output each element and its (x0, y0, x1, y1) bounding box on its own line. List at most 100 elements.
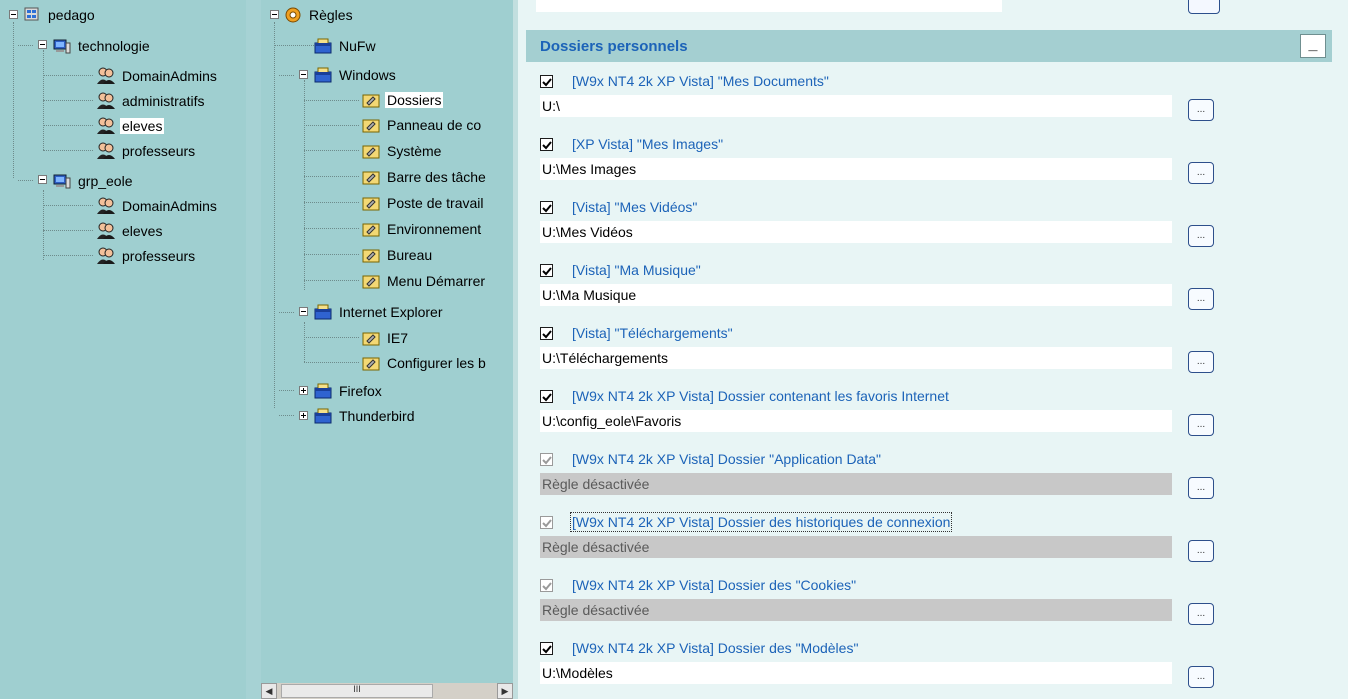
path-field[interactable]: U:\Mes Images (540, 158, 1172, 180)
enable-checkbox[interactable] (540, 515, 553, 529)
browse-button[interactable]: ... (1188, 666, 1214, 688)
scroll-right-icon[interactable]: ▶ (497, 683, 513, 699)
tree-label: IE7 (387, 329, 409, 346)
tree-label: NuFw (339, 37, 376, 54)
expand-toggle-icon[interactable] (299, 411, 308, 420)
rule-header: [Vista] "Ma Musique" (540, 259, 701, 281)
collapse-toggle-icon[interactable] (270, 10, 279, 19)
browse-button[interactable]: ... (1188, 99, 1214, 121)
tree-node-nufw[interactable]: NuFw (313, 35, 378, 56)
tree-node-pedago[interactable]: pedago (22, 4, 97, 25)
browse-button[interactable]: ... (1188, 225, 1214, 247)
browse-button[interactable]: ... (1188, 351, 1214, 373)
check-icon (542, 518, 552, 527)
enable-checkbox[interactable] (540, 137, 553, 151)
horizontal-scrollbar[interactable]: ◀ III ▶ (261, 683, 513, 699)
tree-node-dossiers[interactable]: Dossiers (361, 89, 444, 110)
scroll-left-icon[interactable]: ◀ (261, 683, 277, 699)
tree-node-thunderbird[interactable]: Thunderbird (313, 405, 417, 426)
tree-node-group[interactable]: eleves (96, 220, 164, 241)
groups-tree: pedago technologie DomainAdmins administ… (0, 0, 246, 699)
check-icon (542, 392, 552, 401)
path-field[interactable]: U:\Mes Vidéos (540, 221, 1172, 243)
browse-button[interactable] (1188, 0, 1220, 14)
tree-connector (304, 125, 359, 126)
collapse-toggle-icon[interactable] (38, 40, 47, 49)
rules-tree: Règles NuFw Windows Dossiers Panneau de … (261, 0, 513, 699)
enable-checkbox[interactable] (540, 452, 553, 466)
tree-node-configurer[interactable]: Configurer les b (361, 352, 488, 373)
package-icon (314, 383, 332, 398)
tree-node-ie7[interactable]: IE7 (361, 327, 410, 348)
tree-node-group[interactable]: DomainAdmins (96, 195, 219, 216)
tree-node-group[interactable]: professeurs (96, 140, 197, 161)
path-field[interactable]: U:\Modèles (540, 662, 1172, 684)
tree-node-environnement[interactable]: Environnement (361, 218, 483, 239)
splitter[interactable] (246, 0, 261, 699)
check-icon (542, 266, 552, 275)
scroll-thumb[interactable]: III (281, 684, 433, 698)
enable-checkbox[interactable] (540, 578, 553, 592)
path-field[interactable]: U:\ (540, 95, 1172, 117)
enable-checkbox[interactable] (540, 200, 553, 214)
rule-row: [W9x NT4 2k XP Vista] Dossier "Applicati… (540, 448, 1340, 511)
rules-panel: Dossiers personnels _ [W9x NT4 2k XP Vis… (518, 0, 1348, 699)
users-icon (97, 117, 115, 134)
tree-node-technologie[interactable]: technologie (52, 35, 152, 56)
tree-node-barre[interactable]: Barre des tâche (361, 166, 488, 187)
folder-rule-icon (362, 275, 380, 288)
path-field: Règle désactivée (540, 473, 1172, 495)
tree-node-regles[interactable]: Règles (283, 4, 355, 25)
enable-checkbox[interactable] (540, 74, 553, 88)
collapse-button[interactable]: _ (1300, 34, 1326, 58)
tree-node-firefox[interactable]: Firefox (313, 380, 384, 401)
browse-button[interactable]: ... (1188, 162, 1214, 184)
enable-checkbox[interactable] (540, 641, 553, 655)
browse-button[interactable]: ... (1188, 477, 1214, 499)
tree-node-grp-eole[interactable]: grp_eole (52, 170, 135, 191)
tree-connector (43, 150, 93, 151)
path-field[interactable]: U:\config_eole\Favoris (540, 410, 1172, 432)
collapse-toggle-icon[interactable] (38, 175, 47, 184)
collapse-toggle-icon[interactable] (299, 307, 308, 316)
collapse-toggle-icon[interactable] (9, 10, 18, 19)
browse-button[interactable]: ... (1188, 288, 1214, 310)
rule-label: [Vista] "Ma Musique" (572, 262, 701, 278)
tree-label: DomainAdmins (122, 67, 217, 84)
package-icon (314, 67, 332, 82)
tree-node-group-selected[interactable]: eleves (96, 115, 165, 136)
rule-header: [Vista] "Téléchargements" (540, 322, 733, 344)
rule-header: [Vista] "Mes Vidéos" (540, 196, 697, 218)
tree-node-systeme[interactable]: Système (361, 140, 443, 161)
tree-node-menu[interactable]: Menu Démarrer (361, 270, 487, 291)
enable-checkbox[interactable] (540, 326, 553, 340)
enable-checkbox[interactable] (540, 263, 553, 277)
path-field[interactable]: U:\Téléchargements (540, 347, 1172, 369)
tree-node-group[interactable]: administratifs (96, 90, 206, 111)
rule-header: [W9x NT4 2k XP Vista] "Mes Documents" (540, 70, 829, 92)
gear-icon (285, 7, 301, 22)
check-icon (542, 329, 552, 338)
expand-toggle-icon[interactable] (299, 386, 308, 395)
package-icon (314, 304, 332, 319)
tree-node-panneau[interactable]: Panneau de co (361, 114, 483, 135)
enable-checkbox[interactable] (540, 389, 553, 403)
tree-node-group[interactable]: DomainAdmins (96, 65, 219, 86)
path-field[interactable]: U:\Ma Musique (540, 284, 1172, 306)
browse-button[interactable]: ... (1188, 603, 1214, 625)
tree-connector (43, 230, 93, 231)
tree-node-internet-explorer[interactable]: Internet Explorer (313, 301, 445, 322)
tree-node-bureau[interactable]: Bureau (361, 244, 434, 265)
tree-node-windows[interactable]: Windows (313, 64, 398, 85)
browse-button[interactable]: ... (1188, 414, 1214, 436)
browse-button[interactable]: ... (1188, 540, 1214, 562)
text-field[interactable] (536, 0, 1002, 12)
domain-icon (24, 7, 39, 20)
tree-node-group[interactable]: professeurs (96, 245, 197, 266)
tree-label: eleves (122, 222, 163, 239)
tree-node-poste[interactable]: Poste de travail (361, 192, 486, 213)
rule-label: [W9x NT4 2k XP Vista] "Mes Documents" (572, 73, 829, 89)
collapse-toggle-icon[interactable] (299, 70, 308, 79)
folder-rule-icon (362, 145, 380, 158)
rule-header: [W9x NT4 2k XP Vista] Dossier des histor… (540, 511, 953, 533)
